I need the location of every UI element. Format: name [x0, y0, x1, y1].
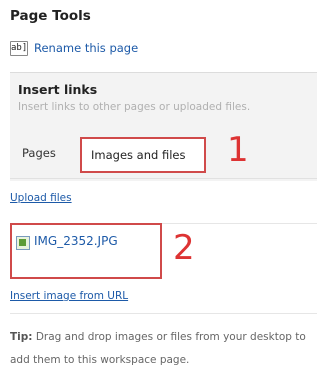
insert-links-title: Insert links	[18, 82, 98, 97]
file-item-highlight	[10, 223, 162, 279]
image-file-icon-inner	[19, 239, 26, 246]
rename-icon: ab]	[10, 40, 28, 56]
panel-title: Page Tools	[10, 8, 91, 24]
annotation-number-2: 2	[173, 228, 195, 268]
tip-body: Drag and drop images or files from your …	[10, 331, 306, 366]
insert-image-from-url-link[interactable]: Insert image from URL	[10, 290, 128, 302]
tip-label: Tip:	[10, 331, 33, 343]
annotation-number-1: 1	[227, 130, 249, 170]
upload-files-link[interactable]: Upload files	[10, 192, 72, 204]
file-item-img-2352[interactable]: IMG_2352.JPG	[34, 234, 118, 248]
tab-images-and-files-label[interactable]: Images and files	[91, 148, 185, 162]
rename-label: Rename this page	[34, 41, 139, 55]
tabs-divider	[10, 178, 317, 179]
tab-pages[interactable]: Pages	[22, 146, 56, 160]
rename-page-link[interactable]: ab] Rename this page	[10, 39, 138, 57]
insert-links-subtitle: Insert links to other pages or uploaded …	[18, 101, 251, 113]
divider	[10, 313, 317, 314]
tip-text: Tip: Drag and drop images or files from …	[10, 326, 320, 372]
